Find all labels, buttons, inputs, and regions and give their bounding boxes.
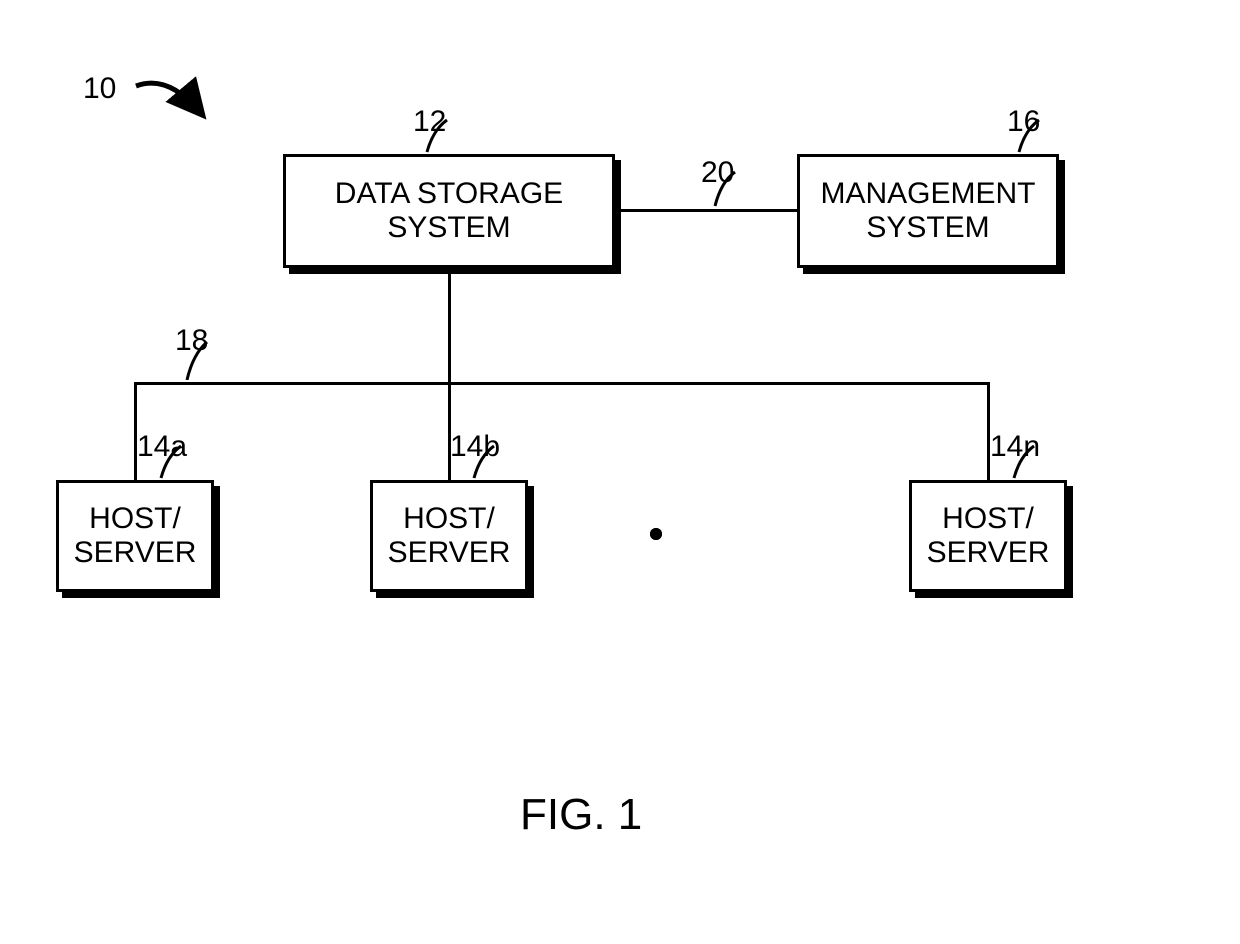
node-host-b-label: HOST/ SERVER [388, 502, 511, 571]
bus-18 [134, 382, 989, 385]
leader-line-20 [709, 170, 749, 210]
leader-line-14b [468, 444, 508, 484]
leader-line-16 [1013, 118, 1053, 158]
leader-line-14n [1008, 444, 1048, 484]
node-host-b: HOST/ SERVER [370, 480, 528, 592]
node-data-storage-label: DATA STORAGE SYSTEM [335, 177, 563, 246]
ref-label-10: 10 [83, 72, 116, 106]
node-management: MANAGEMENT SYSTEM [797, 154, 1059, 268]
arrow-icon [128, 72, 218, 132]
node-management-label: MANAGEMENT SYSTEM [820, 177, 1035, 246]
node-data-storage: DATA STORAGE SYSTEM [283, 154, 615, 268]
leader-line-12 [421, 118, 461, 158]
leader-line-14a [155, 444, 195, 484]
node-host-a-label: HOST/ SERVER [74, 502, 197, 571]
leader-line-18 [181, 340, 221, 380]
diagram-stage: 10 DATA STORAGE SYSTEM 12 MANAGEMENT SYS… [0, 0, 1240, 944]
node-host-a: HOST/ SERVER [56, 480, 214, 592]
node-host-n: HOST/ SERVER [909, 480, 1067, 592]
link-vertical-main [448, 274, 451, 382]
figure-title: FIG. 1 [520, 790, 642, 840]
node-host-n-label: HOST/ SERVER [927, 502, 1050, 571]
